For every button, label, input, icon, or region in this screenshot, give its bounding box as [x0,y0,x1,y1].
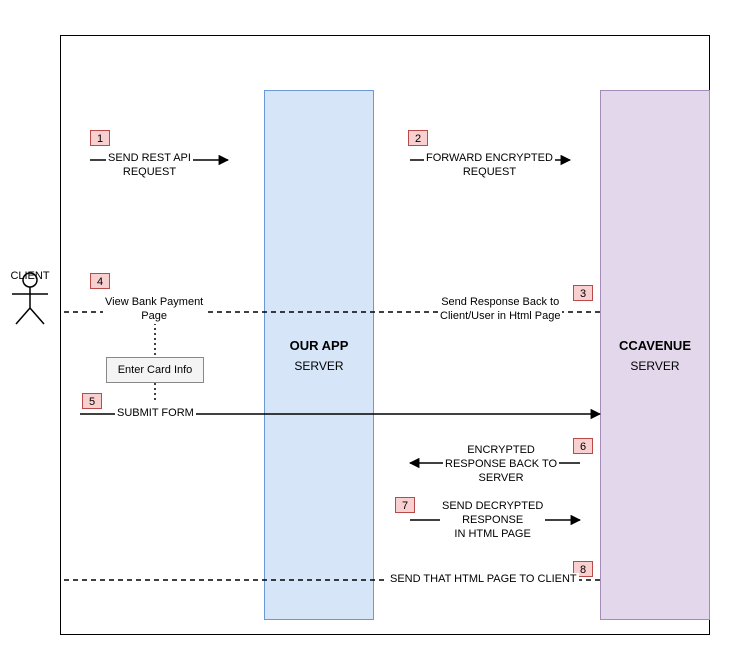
step-2-tag: 2 [408,130,428,146]
step-1-label: SEND REST API REQUEST [106,152,193,180]
step-5-tag: 5 [82,393,102,409]
arrows-layer [0,0,737,671]
step-6-tag: 6 [573,438,593,454]
step-3-label: Send Response Back to Client/User in Htm… [438,296,562,324]
step-6-label: ENCRYPTED RESPONSE BACK TO SERVER [443,444,559,485]
step-1-tag: 1 [90,130,110,146]
step-8-label: SEND THAT HTML PAGE TO CLIENT [388,573,579,587]
enter-card-info-label: Enter Card Info [118,364,193,376]
step-7-tag: 7 [395,497,415,513]
step-4-tag: 4 [90,273,110,289]
step-4-label: View Bank Payment Page [103,296,205,324]
diagram-canvas: CLIENT OUR APP SERVER CCAVENUE SERVER [0,0,737,671]
step-2-label: FORWARD ENCRYPTED REQUEST [424,152,555,180]
step-7-label: SEND DECRYPTED RESPONSE IN HTML PAGE [440,500,545,541]
enter-card-info-box: Enter Card Info [106,357,204,383]
step-3-tag: 3 [573,285,593,301]
step-5-label: SUBMIT FORM [115,407,196,421]
